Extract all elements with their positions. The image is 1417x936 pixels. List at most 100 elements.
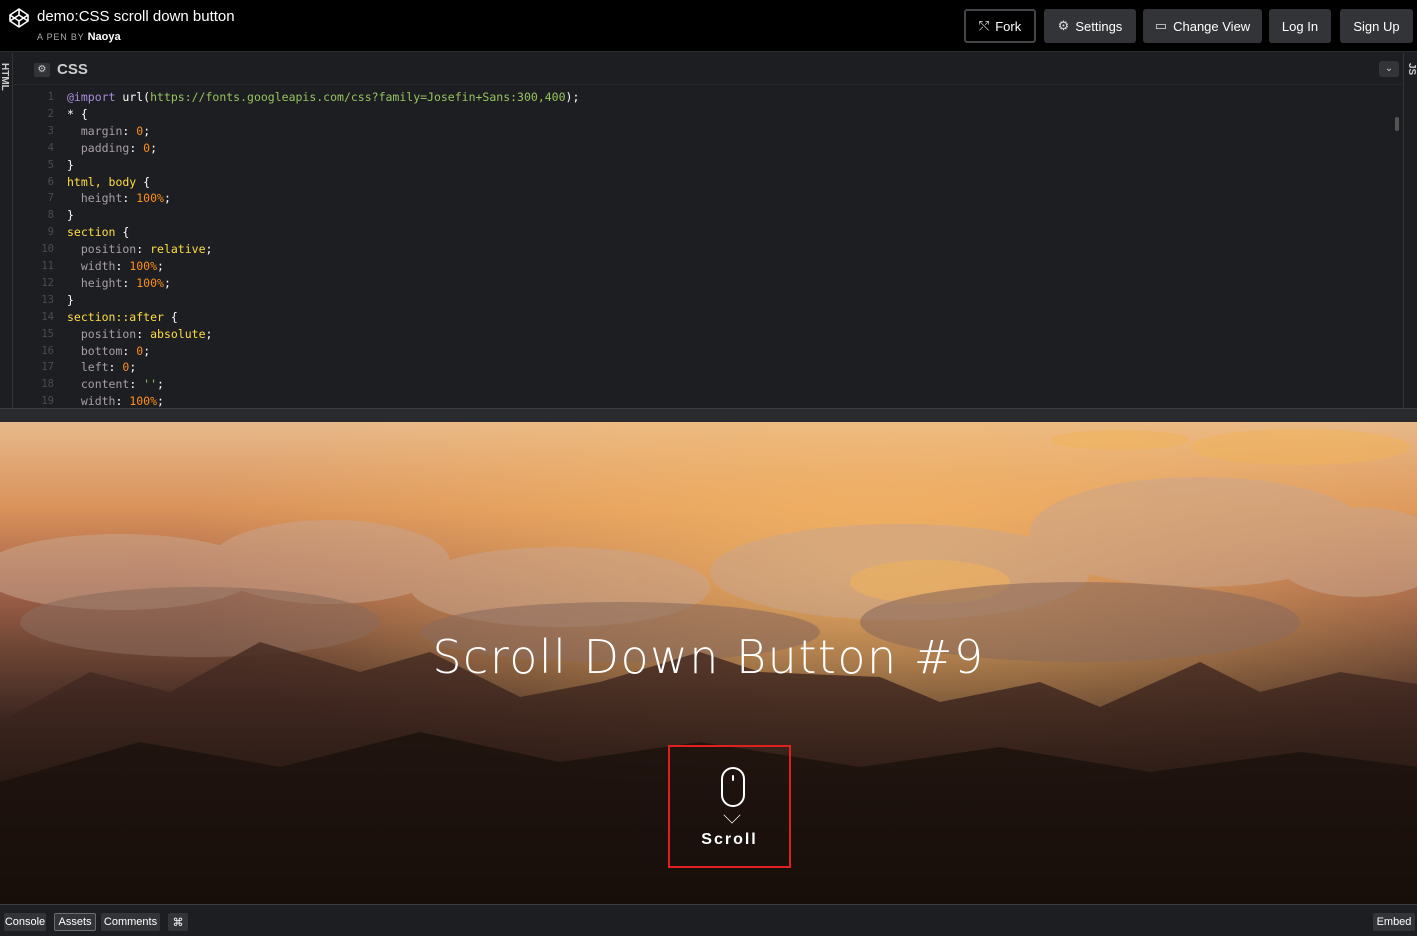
- result-preview: Scroll Down Button #9 Scroll: [0, 422, 1417, 904]
- change-view-button[interactable]: ▭ Change View: [1143, 9, 1262, 43]
- code-token: }: [67, 292, 74, 307]
- code-token: ;: [143, 123, 151, 138]
- settings-button[interactable]: ⚙ Settings: [1044, 9, 1136, 43]
- css-editor[interactable]: ⚙ CSS ⌄ 1 @import url(https://fonts.googl…: [14, 53, 1403, 408]
- code-text: width: 100%;: [67, 258, 164, 275]
- code-token: ;: [143, 343, 151, 358]
- code-token: height: [67, 275, 123, 290]
- code-token: * {: [67, 106, 88, 121]
- code-text: bottom: 0;: [67, 343, 150, 360]
- code-token: width: [67, 259, 116, 273]
- code-text: left: 0;: [67, 359, 136, 376]
- code-token: {: [115, 225, 130, 240]
- line-number: 10: [41, 243, 54, 256]
- code-text: margin: 0;: [67, 123, 150, 140]
- fork-button[interactable]: ⤲ Fork: [964, 9, 1036, 43]
- code-token: position: [67, 326, 137, 341]
- console-button[interactable]: Console: [4, 913, 46, 931]
- code-token: ;: [163, 275, 171, 290]
- assets-button[interactable]: Assets: [54, 913, 96, 931]
- code-token: ;: [129, 360, 137, 375]
- code-token: height: [67, 191, 123, 206]
- embed-button[interactable]: Embed: [1373, 913, 1415, 931]
- code-text: section {: [67, 224, 129, 241]
- code-token: ;: [157, 394, 164, 408]
- line-number: 14: [41, 310, 54, 323]
- js-tab-label: JS: [1406, 63, 1417, 76]
- code-token: :: [129, 140, 144, 155]
- editor-header: ⚙ CSS ⌄: [14, 53, 1403, 85]
- code-token: @import: [67, 90, 116, 104]
- fork-icon: ⤲: [978, 18, 990, 33]
- code-token: left: [67, 360, 109, 375]
- code-token: ;: [157, 377, 164, 392]
- code-text: padding: 0;: [67, 140, 157, 157]
- code-token: margin: [67, 123, 123, 138]
- code-token: ;: [205, 242, 213, 257]
- line-number: 3: [47, 124, 54, 137]
- log-in-button[interactable]: Log In: [1269, 9, 1331, 43]
- pen-title[interactable]: demo:CSS scroll down button: [37, 8, 235, 25]
- code-text: @import url(https://fonts.googleapis.com…: [67, 89, 579, 106]
- code-token: 100%: [136, 191, 164, 206]
- fork-label: Fork: [995, 18, 1022, 34]
- code-text: position: absolute;: [67, 326, 213, 343]
- change-view-label: Change View: [1173, 18, 1251, 34]
- code-token: ;: [163, 191, 171, 206]
- editor-scrollbar[interactable]: [1395, 117, 1399, 131]
- code-token: :: [115, 394, 130, 408]
- code-area[interactable]: 1 @import url(https://fonts.googleapis.co…: [14, 87, 1403, 408]
- keyboard-shortcuts-icon[interactable]: ⌘: [168, 913, 188, 931]
- code-token: :: [122, 275, 137, 290]
- code-token: ;: [157, 259, 164, 273]
- scroll-down-button[interactable]: Scroll: [668, 745, 791, 868]
- sign-up-label: Sign Up: [1353, 18, 1400, 34]
- code-token: :: [129, 377, 144, 392]
- line-number: 13: [41, 293, 54, 306]
- code-token: :: [122, 123, 137, 138]
- code-token: 100%: [129, 394, 158, 408]
- code-token: :: [122, 343, 137, 358]
- code-text: position: relative;: [67, 241, 213, 258]
- chevron-down-icon: [723, 806, 741, 824]
- code-token: }: [67, 208, 74, 223]
- code-text: }: [67, 157, 74, 174]
- line-number: 4: [47, 141, 54, 154]
- codepen-logo-icon[interactable]: [8, 7, 30, 29]
- line-number: 11: [41, 260, 54, 272]
- code-token: section::after: [67, 309, 164, 324]
- log-in-label: Log In: [1281, 18, 1319, 34]
- line-number: 12: [41, 276, 54, 289]
- code-token: );: [565, 90, 580, 104]
- line-number: 7: [47, 192, 54, 205]
- code-token: content: [67, 377, 130, 392]
- line-number: 17: [41, 361, 54, 374]
- sign-up-button[interactable]: Sign Up: [1340, 9, 1413, 43]
- code-token: bottom: [67, 343, 123, 358]
- editor-title: CSS: [57, 61, 88, 78]
- layout-icon: ▭: [1154, 18, 1168, 33]
- line-number: 15: [41, 327, 54, 340]
- code-token: 100%: [136, 275, 164, 290]
- code-token: :: [108, 360, 123, 375]
- code-token: position: [67, 242, 137, 257]
- html-editor-tab[interactable]: HTML: [0, 53, 13, 408]
- code-token: :: [115, 259, 130, 273]
- js-editor-tab[interactable]: JS: [1403, 53, 1417, 408]
- chevron-down-icon[interactable]: ⌄: [1379, 61, 1399, 77]
- header: demo:CSS scroll down button A PEN BY Nao…: [0, 0, 1417, 52]
- resize-divider[interactable]: [0, 408, 1417, 422]
- byline-prefix: A PEN BY: [37, 32, 85, 42]
- code-token: https://fonts.googleapis.com/css?family=…: [150, 90, 566, 104]
- code-text: width: 100%;: [67, 393, 164, 408]
- line-number: 9: [47, 226, 54, 239]
- code-text: height: 100%;: [67, 275, 171, 292]
- comments-button[interactable]: Comments: [101, 913, 160, 931]
- footer-bar: Console Assets Comments ⌘ Embed: [0, 904, 1417, 936]
- gear-icon: ⚙: [1057, 18, 1070, 33]
- code-token: }: [67, 157, 74, 172]
- hero-title: Scroll Down Button #9: [432, 630, 985, 684]
- code-token: relative: [150, 242, 206, 257]
- editor-settings-icon[interactable]: ⚙: [34, 63, 50, 77]
- author-link[interactable]: Naoya: [88, 31, 121, 43]
